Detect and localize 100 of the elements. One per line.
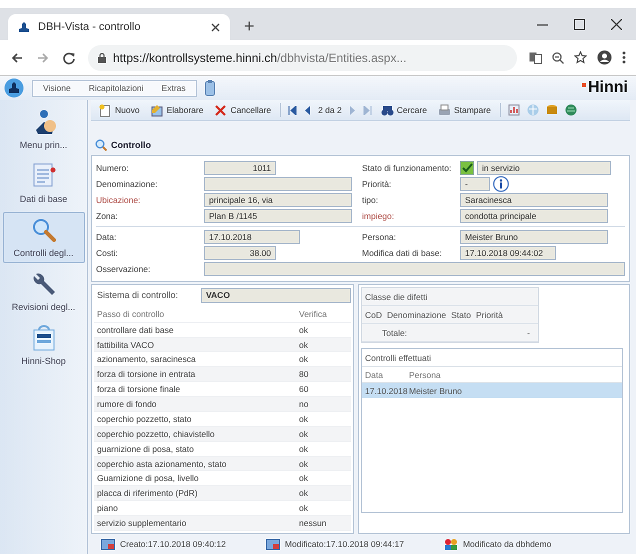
close-icon[interactable] bbox=[611, 18, 622, 30]
input-field[interactable]: 17.10.2018 bbox=[204, 230, 300, 244]
column-header[interactable]: Persona bbox=[409, 370, 619, 380]
table-cell-text: ok bbox=[299, 503, 309, 514]
clipboard-icon[interactable] bbox=[204, 80, 215, 96]
input-field[interactable]: 17.10.2018 09:44:02 bbox=[460, 246, 556, 260]
table-cell-text: ok bbox=[299, 340, 309, 350]
maximize-icon[interactable] bbox=[574, 18, 585, 30]
field-label: Modifica dati di base: bbox=[361, 248, 443, 258]
column-header[interactable]: CoD bbox=[365, 310, 382, 320]
table-cell-text: ok bbox=[299, 324, 309, 335]
chart-icon[interactable] bbox=[508, 104, 520, 116]
table-cell-text: Guarnizione di posa, livello bbox=[97, 473, 200, 484]
table-cell-text: no bbox=[299, 399, 310, 410]
sidebar-label: Dati di base bbox=[20, 194, 68, 204]
users-icon bbox=[444, 538, 458, 550]
table-cell-text: guarnizione di posa, stato bbox=[97, 444, 195, 454]
input-field[interactable]: - bbox=[460, 177, 490, 191]
checkmark-icon bbox=[461, 162, 473, 174]
table-cell-text: coperchio asta azionamento, stato bbox=[97, 458, 228, 469]
table-cell-text: ok bbox=[299, 458, 309, 469]
close-icon[interactable] bbox=[211, 22, 220, 32]
first-page-icon[interactable] bbox=[288, 106, 298, 114]
app-logo-icon[interactable] bbox=[4, 78, 24, 98]
previous-page-icon[interactable] bbox=[304, 106, 312, 114]
toolbar-button[interactable]: Cancellare bbox=[212, 102, 274, 118]
field-label: Osservazione: bbox=[96, 264, 152, 274]
checkbox[interactable] bbox=[460, 161, 474, 175]
column-header[interactable]: Verifica bbox=[299, 308, 351, 319]
field-label: Persona: bbox=[361, 232, 398, 242]
toolbar-button[interactable]: Nuovo bbox=[97, 102, 142, 118]
new-document-icon bbox=[99, 104, 112, 116]
profile-icon[interactable] bbox=[597, 50, 612, 65]
table-cell-text: servizio supplementario bbox=[97, 518, 188, 528]
zoom-icon[interactable] bbox=[552, 52, 564, 64]
field-label: Numero: bbox=[96, 163, 130, 173]
input-field[interactable]: Saracinesca bbox=[460, 193, 608, 207]
table-cell: 17.10.2018 bbox=[365, 386, 409, 396]
field-label: Denominazione: bbox=[96, 179, 158, 189]
input-field[interactable]: in servizio bbox=[477, 161, 611, 175]
info-icon[interactable] bbox=[493, 176, 509, 192]
input-field[interactable]: principale 16, via bbox=[204, 193, 352, 207]
tab-title: DBH-Vista - controllo bbox=[38, 21, 142, 33]
database-icon[interactable] bbox=[546, 104, 558, 116]
url-text: https://kontrollsysteme.hinni.ch/dbhvista/Entities.aspx... bbox=[113, 50, 406, 64]
table-row[interactable]: 17.10.2018 Meister Bruno bbox=[362, 383, 622, 398]
menu-icon[interactable] bbox=[622, 51, 626, 64]
input-field[interactable] bbox=[204, 177, 352, 191]
toolbar-button[interactable]: Elaborare bbox=[148, 102, 206, 118]
toolbar-button[interactable]: Stampare bbox=[436, 102, 493, 118]
menu-item[interactable]: Visione bbox=[43, 83, 71, 93]
input-field[interactable]: condotta principale bbox=[460, 209, 608, 223]
column-header[interactable]: Denominazione bbox=[387, 310, 446, 320]
table-cell-text: ok bbox=[299, 354, 309, 364]
input-field[interactable] bbox=[204, 262, 625, 276]
globe-icon[interactable] bbox=[564, 104, 577, 116]
column-header[interactable]: Priorità bbox=[476, 310, 503, 320]
sidebar-item[interactable]: Dati di base bbox=[2, 158, 84, 209]
menu-item[interactable]: Extras bbox=[162, 83, 186, 93]
input-field[interactable]: 38.00 bbox=[204, 246, 276, 260]
app-logo-icon bbox=[18, 21, 30, 33]
table-cell-text: ok bbox=[299, 473, 309, 484]
table-cell-text: ok bbox=[299, 444, 309, 454]
status-text: Creato:17.10.2018 09:40:12 bbox=[120, 539, 226, 549]
field-label: Priorità: bbox=[361, 179, 392, 189]
star-icon[interactable] bbox=[574, 51, 587, 64]
address-bar[interactable]: https://kontrollsysteme.hinni.ch/dbhvista/Entities.aspx... bbox=[88, 44, 517, 70]
back-icon[interactable] bbox=[10, 50, 24, 64]
brand-mark-icon bbox=[582, 83, 586, 87]
reload-icon[interactable] bbox=[62, 50, 76, 64]
browser-tab[interactable]: DBH-Vista - controllo bbox=[8, 14, 230, 40]
table-cell-text: rumore di fondo bbox=[97, 399, 158, 410]
field-label: tipo: bbox=[361, 195, 380, 205]
table-cell-text: ok bbox=[299, 488, 309, 498]
menu-item[interactable]: Ricapitolazioni bbox=[88, 83, 144, 93]
status-text: Modificato da dbhdemo bbox=[462, 539, 552, 549]
translate-icon[interactable] bbox=[529, 52, 542, 64]
input-field[interactable]: Meister Bruno bbox=[460, 230, 608, 244]
status-text: Modificato:17.10.2018 09:44:17 bbox=[284, 539, 404, 549]
column-header[interactable]: Stato bbox=[451, 310, 471, 320]
new-tab-button[interactable]: + bbox=[244, 16, 255, 36]
column-header[interactable]: Data bbox=[365, 370, 409, 380]
lock-icon bbox=[98, 52, 106, 62]
sidebar-label: Menu prin... bbox=[20, 140, 68, 150]
printer-icon bbox=[438, 104, 451, 116]
table-cell-text: fattibilita VACO bbox=[97, 340, 156, 350]
table-cell-text: forza di torsione finale bbox=[97, 384, 182, 394]
input-field[interactable]: VACO bbox=[201, 288, 351, 303]
sidebar-item[interactable]: Menu prin... bbox=[2, 104, 84, 155]
sidebar-item[interactable]: Revisioni degl... bbox=[2, 266, 84, 317]
sidebar-item[interactable]: Hinni-Shop bbox=[2, 320, 84, 371]
input-field[interactable]: 1011 bbox=[204, 161, 276, 175]
input-field[interactable]: Plan B /1145 bbox=[204, 209, 352, 223]
column-header[interactable]: Passo di controllo bbox=[97, 308, 299, 319]
sidebar-item[interactable]: Controlli degl... bbox=[2, 212, 84, 263]
table-cell-text: ok bbox=[299, 428, 309, 439]
binoculars-icon bbox=[380, 104, 394, 116]
table-cell-text: piano bbox=[97, 503, 119, 514]
table-title: Classe die difetti bbox=[362, 288, 538, 306]
toolbar-button[interactable]: Cercare bbox=[378, 102, 429, 118]
